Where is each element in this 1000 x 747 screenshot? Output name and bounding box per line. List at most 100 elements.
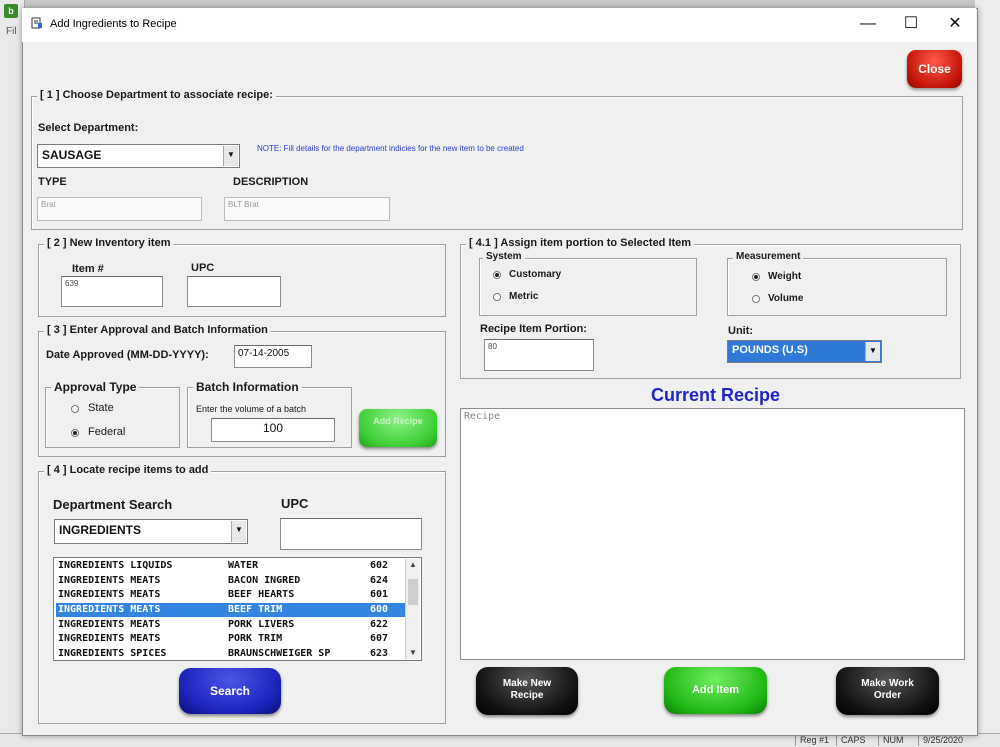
weight-label: Weight <box>768 271 802 282</box>
list-item-code: 623 <box>370 648 389 659</box>
list-item-category: INGREDIENTS MEATS <box>58 589 161 600</box>
dropdown-arrow-icon[interactable]: ▼ <box>231 521 246 542</box>
section4-upc-label: UPC <box>281 496 309 511</box>
portion-field[interactable]: 80 <box>484 339 594 371</box>
list-item-name: PORK TRIM <box>228 633 283 644</box>
department-select[interactable]: SAUSAGE ▼ <box>37 144 240 168</box>
section4-legend: [ 4 ] Locate recipe items to add <box>44 464 212 476</box>
list-item-code: 601 <box>370 589 389 600</box>
date-approved-field[interactable]: 07-14-2005 <box>234 345 312 368</box>
scrollbar-thumb[interactable] <box>408 579 418 605</box>
minimize-button[interactable]: — <box>846 10 890 38</box>
metric-label: Metric <box>509 291 539 302</box>
federal-radio[interactable] <box>71 429 79 437</box>
list-item-category: INGREDIENTS MEATS <box>58 575 161 586</box>
metric-radio[interactable] <box>493 293 501 301</box>
batch-hint: Enter the volume of a batch <box>196 404 307 414</box>
status-num: NUM <box>878 735 908 746</box>
list-item-code: 607 <box>370 633 389 644</box>
volume-radio[interactable] <box>752 295 760 303</box>
dropdown-arrow-icon[interactable]: ▼ <box>865 342 880 361</box>
list-item[interactable]: INGREDIENTS MEATS PORK TRIM 607 <box>56 632 405 646</box>
upc-label: UPC <box>191 262 215 274</box>
list-item[interactable]: INGREDIENTS MEATS BEEF HEARTS 601 <box>56 588 405 602</box>
list-item-name: BACON INGRED <box>228 575 301 586</box>
batch-information-label: Batch Information <box>193 380 302 394</box>
list-item[interactable]: INGREDIENTS LIQUIDS WATER 602 <box>56 559 405 573</box>
item-number-label: Item # <box>72 263 104 275</box>
list-item-category: INGREDIENTS MEATS <box>58 619 161 630</box>
measurement-label: Measurement <box>733 251 804 262</box>
status-reg: Reg #1 <box>795 735 833 746</box>
approval-type-group <box>45 387 180 448</box>
list-item-category: INGREDIENTS SPICES <box>58 648 167 659</box>
description-field[interactable]: BLT Brat <box>224 197 390 221</box>
list-item-code: 624 <box>370 575 389 586</box>
make-work-order-button[interactable]: Make Work Order <box>836 667 939 715</box>
dropdown-arrow-icon[interactable]: ▼ <box>223 146 238 166</box>
date-approved-label: Date Approved (MM-DD-YYYY): <box>46 349 209 361</box>
status-date: 9/25/2020 <box>918 735 967 746</box>
recipe-window-icon <box>31 17 43 29</box>
type-field[interactable]: Brat <box>37 197 202 221</box>
unit-select-value: POUNDS (U.S) <box>732 344 808 356</box>
upc-field[interactable] <box>187 276 281 307</box>
status-caps: CAPS <box>836 735 870 746</box>
department-note: NOTE: Fill details for the department in… <box>257 144 524 153</box>
list-item-category: INGREDIENTS LIQUIDS <box>58 560 173 571</box>
window-close-button[interactable]: ✕ <box>933 10 977 38</box>
current-recipe-box[interactable]: Recipe <box>460 408 965 660</box>
item-number-field[interactable]: 639 <box>61 276 163 307</box>
department-search-select[interactable]: INGREDIENTS ▼ <box>54 519 248 544</box>
list-item-name: BRAUNSCHWEIGER SP <box>228 648 331 659</box>
unit-label: Unit: <box>728 325 754 337</box>
current-recipe-title: Current Recipe <box>651 385 781 405</box>
list-item-name: WATER <box>228 560 259 571</box>
list-item[interactable]: INGREDIENTS SPICES BRAUNSCHWEIGER SP 623 <box>56 647 405 660</box>
recipe-placeholder: Recipe <box>464 411 501 422</box>
list-item-category: INGREDIENTS MEATS <box>58 633 161 644</box>
weight-radio[interactable] <box>752 273 760 281</box>
list-item-code: 622 <box>370 619 389 630</box>
section4-upc-field[interactable] <box>280 518 422 550</box>
list-item-code: 600 <box>370 604 389 615</box>
list-item-name: PORK LIVERS <box>228 619 295 630</box>
add-recipe-button[interactable]: Add Recipe <box>359 409 437 447</box>
search-button[interactable]: Search <box>179 668 281 714</box>
state-label: State <box>88 402 114 414</box>
type-label: TYPE <box>38 176 67 188</box>
section41-legend: [ 4.1 ] Assign item portion to Selected … <box>466 237 695 249</box>
portion-label: Recipe Item Portion: <box>480 323 587 335</box>
maximize-button[interactable]: ☐ <box>889 10 933 38</box>
customary-radio[interactable] <box>493 271 501 279</box>
department-search-value: INGREDIENTS <box>59 523 142 537</box>
background-right-panel <box>975 0 1000 746</box>
unit-select[interactable]: POUNDS (U.S) ▼ <box>727 340 882 363</box>
batch-volume-field[interactable]: 100 <box>211 418 335 442</box>
list-item[interactable]: INGREDIENTS MEATS BACON INGRED 624 <box>56 574 405 588</box>
volume-label: Volume <box>768 293 804 304</box>
recipe-items-list[interactable]: INGREDIENTS LIQUIDS WATER 602 INGREDIENT… <box>53 557 422 661</box>
system-group <box>479 258 697 316</box>
list-item-selected[interactable]: INGREDIENTS MEATS BEEF TRIM 600 <box>56 603 405 617</box>
section1-legend: [ 1 ] Choose Department to associate rec… <box>37 89 276 101</box>
scroll-up-icon[interactable]: ▲ <box>406 559 420 571</box>
list-item-name: BEEF TRIM <box>228 604 283 615</box>
scroll-down-icon[interactable]: ▼ <box>406 647 420 659</box>
window-title: Add Ingredients to Recipe <box>50 18 177 30</box>
state-radio[interactable] <box>71 405 79 413</box>
description-label: DESCRIPTION <box>233 176 309 188</box>
customary-label: Customary <box>509 269 562 280</box>
measurement-group <box>727 258 947 316</box>
list-item-code: 602 <box>370 560 389 571</box>
select-department-label: Select Department: <box>38 122 139 134</box>
make-new-recipe-button[interactable]: Make New Recipe <box>476 667 578 715</box>
list-item-category: INGREDIENTS MEATS <box>58 604 161 615</box>
list-item[interactable]: INGREDIENTS MEATS PORK LIVERS 622 <box>56 618 405 632</box>
federal-label: Federal <box>88 426 126 438</box>
close-button[interactable]: Close <box>907 50 962 88</box>
list-scrollbar[interactable]: ▲ ▼ <box>405 559 420 659</box>
background-menu-file[interactable]: Fil <box>6 26 17 37</box>
add-item-button[interactable]: Add Item <box>664 667 767 714</box>
department-search-label: Department Search <box>53 497 173 512</box>
